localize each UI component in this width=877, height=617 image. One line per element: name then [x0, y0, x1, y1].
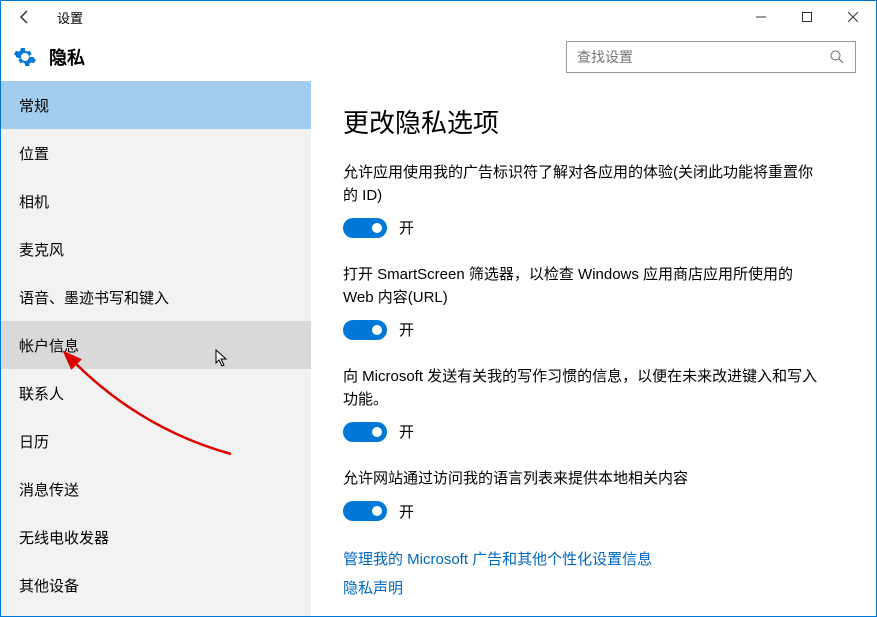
content-link-0[interactable]: 管理我的 Microsoft 广告和其他个性化设置信息 [343, 548, 844, 569]
search-icon [829, 49, 845, 65]
titlebar: 设置 [1, 1, 876, 33]
toggle-state-label: 开 [399, 217, 414, 238]
page-title: 隐私 [49, 44, 85, 70]
toggle-state-label: 开 [399, 319, 414, 340]
sidebar-item-8[interactable]: 消息传送 [1, 465, 311, 513]
toggle-switch[interactable] [343, 501, 387, 521]
sidebar-item-10[interactable]: 其他设备 [1, 561, 311, 609]
content-link-1[interactable]: 隐私声明 [343, 577, 844, 598]
sidebar-item-7[interactable]: 日历 [1, 417, 311, 465]
sidebar-item-3[interactable]: 麦克风 [1, 225, 311, 273]
sidebar: 常规位置相机麦克风语音、墨迹书写和键入帐户信息联系人日历消息传送无线电收发器其他… [1, 81, 311, 616]
toggle-state-label: 开 [399, 501, 414, 522]
arrow-left-icon [17, 9, 33, 25]
close-button[interactable] [830, 1, 876, 33]
sidebar-item-9[interactable]: 无线电收发器 [1, 513, 311, 561]
option-label: 向 Microsoft 发送有关我的写作习惯的信息，以便在未来改进键入和写入功能… [343, 366, 823, 411]
back-button[interactable] [1, 1, 49, 33]
sidebar-item-5[interactable]: 帐户信息 [1, 321, 311, 369]
content-panel: 更改隐私选项 允许应用使用我的广告标识符了解对各应用的体验(关闭此功能将重置你的… [311, 81, 876, 616]
search-box[interactable] [566, 41, 856, 73]
content-heading: 更改隐私选项 [343, 103, 844, 140]
privacy-option-1: 打开 SmartScreen 筛选器，以检查 Windows 应用商店应用所使用… [343, 264, 823, 340]
privacy-option-3: 允许网站通过访问我的语言列表来提供本地相关内容开 [343, 468, 823, 522]
sidebar-item-4[interactable]: 语音、墨迹书写和键入 [1, 273, 311, 321]
option-label: 允许网站通过访问我的语言列表来提供本地相关内容 [343, 468, 823, 491]
sidebar-item-6[interactable]: 联系人 [1, 369, 311, 417]
toggle-switch[interactable] [343, 218, 387, 238]
privacy-option-0: 允许应用使用我的广告标识符了解对各应用的体验(关闭此功能将重置你的 ID) 开 [343, 162, 823, 238]
sidebar-item-1[interactable]: 位置 [1, 129, 311, 177]
search-input[interactable] [577, 49, 829, 65]
toggle-state-label: 开 [399, 421, 414, 442]
minimize-button[interactable] [738, 1, 784, 33]
privacy-option-2: 向 Microsoft 发送有关我的写作习惯的信息，以便在未来改进键入和写入功能… [343, 366, 823, 442]
gear-icon [13, 45, 37, 69]
window-title: 设置 [49, 8, 83, 27]
window-controls [738, 1, 876, 33]
option-label: 打开 SmartScreen 筛选器，以检查 Windows 应用商店应用所使用… [343, 264, 823, 309]
header: 隐私 [1, 33, 876, 81]
sidebar-item-0[interactable]: 常规 [1, 81, 311, 129]
toggle-switch[interactable] [343, 422, 387, 442]
maximize-button[interactable] [784, 1, 830, 33]
option-label: 允许应用使用我的广告标识符了解对各应用的体验(关闭此功能将重置你的 ID) [343, 162, 823, 207]
sidebar-item-2[interactable]: 相机 [1, 177, 311, 225]
toggle-switch[interactable] [343, 320, 387, 340]
